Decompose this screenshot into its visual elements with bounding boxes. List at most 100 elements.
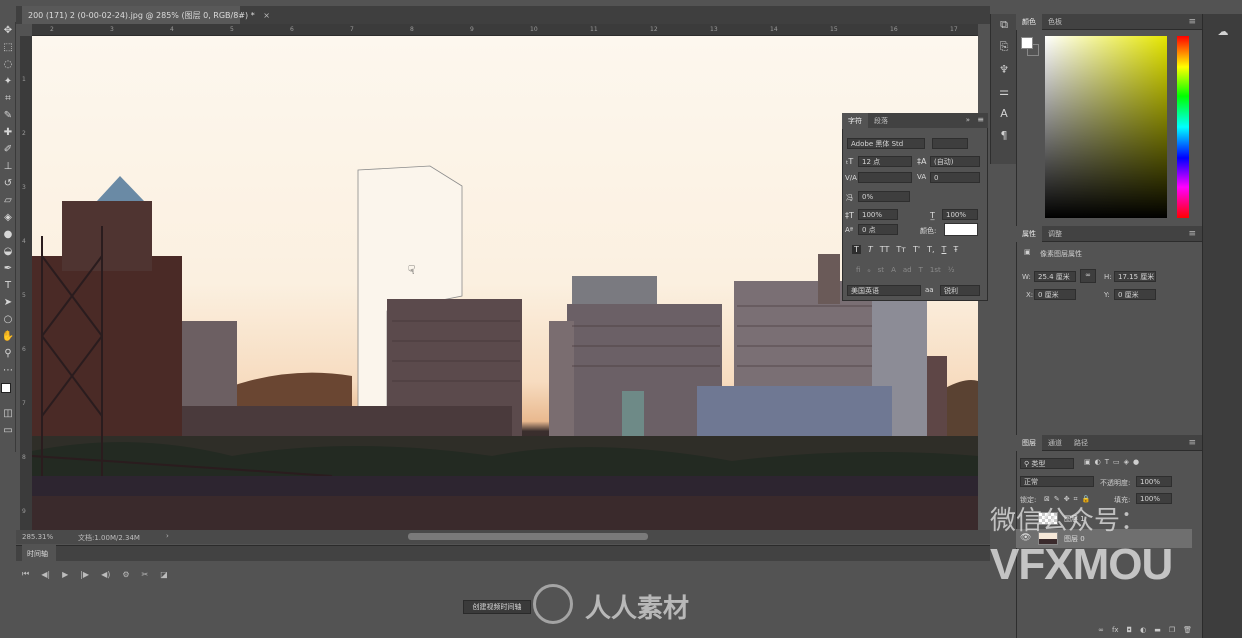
tab-layers[interactable]: 图层	[1016, 434, 1042, 451]
quick-mask-icon[interactable]: ◫	[0, 405, 16, 422]
next-frame-icon[interactable]: |▶	[80, 570, 89, 579]
language-select[interactable]: 美国英语	[847, 285, 921, 296]
character-icon[interactable]: A	[991, 102, 1017, 124]
tracking-field[interactable]: 0	[930, 172, 980, 183]
layer-filter-icons[interactable]: ▣◐T▭◈●	[1084, 458, 1143, 466]
superscript-button[interactable]: T'	[913, 245, 920, 254]
tab-adjustments[interactable]: 调整	[1042, 226, 1068, 242]
layer-style-icon[interactable]: fx	[1112, 626, 1119, 638]
transition-icon[interactable]: ◪	[160, 570, 168, 579]
hand-icon[interactable]: ✋	[0, 328, 16, 345]
dodge-icon[interactable]: ◒	[0, 243, 16, 260]
clone-source-icon[interactable]: ⎘	[991, 36, 1017, 58]
old-style-button[interactable]: ℴ	[867, 266, 870, 274]
link-dimensions-icon[interactable]: ∞	[1080, 269, 1096, 283]
lasso-icon[interactable]: ◌	[0, 56, 16, 73]
type-icon[interactable]: T	[0, 277, 16, 294]
fractions-button[interactable]: ½	[948, 266, 955, 274]
group-icon[interactable]: ▬	[1154, 626, 1161, 638]
eyedropper-icon[interactable]: ✎	[0, 107, 16, 124]
tab-channels[interactable]: 通道	[1042, 435, 1068, 451]
play-icon[interactable]: ▶	[62, 570, 68, 579]
magic-wand-icon[interactable]: ✦	[0, 73, 16, 90]
healing-icon[interactable]: ✚	[0, 124, 16, 141]
new-layer-icon[interactable]: ❐	[1169, 626, 1175, 638]
tab-paragraph[interactable]: 段落	[868, 113, 894, 129]
x-field[interactable]: 0 厘米	[1034, 289, 1076, 300]
panel-menu-icon[interactable]: ≡	[1188, 438, 1196, 448]
panel-menu-icon[interactable]: ≡	[1188, 229, 1196, 239]
opacity-field[interactable]: 100%	[1136, 476, 1172, 487]
strikethrough-button[interactable]: Ŧ	[953, 245, 958, 254]
split-icon[interactable]: ✂	[142, 570, 149, 579]
paragraph-icon[interactable]: ¶	[991, 124, 1017, 146]
foreground-color-swatch[interactable]	[1, 383, 11, 393]
collapse-panel-icon[interactable]: »	[966, 116, 970, 124]
document-tab[interactable]: 200 (171) 2 (0-00-02-24).jpg @ 285% (图层 …	[22, 6, 270, 24]
pen-icon[interactable]: ✒	[0, 260, 16, 277]
move-icon[interactable]: ✥	[0, 22, 16, 39]
discretionary-ligature-button[interactable]: st	[878, 266, 884, 274]
zoom-level[interactable]: 285.31%	[22, 533, 53, 541]
ligature-button[interactable]: fi	[856, 266, 860, 274]
more-icon[interactable]: ⋯	[0, 362, 16, 379]
vertical-scale-field[interactable]: 100%	[858, 209, 898, 220]
all-caps-button[interactable]: TT	[880, 245, 890, 254]
history-brush-icon[interactable]: ↺	[0, 175, 16, 192]
delete-layer-icon[interactable]: 🗑	[1183, 626, 1192, 638]
tab-properties[interactable]: 属性	[1016, 225, 1042, 242]
height-field[interactable]: 17.15 厘米	[1114, 271, 1156, 282]
text-color-swatch[interactable]	[944, 223, 978, 236]
marquee-icon[interactable]: ⬚	[0, 39, 16, 56]
foreground-color-swatch[interactable]	[1021, 37, 1033, 49]
faux-italic-button[interactable]: T	[868, 245, 873, 254]
leading-field[interactable]: (自动)	[930, 156, 980, 167]
underline-button[interactable]: T	[942, 245, 947, 254]
path-select-icon[interactable]: ➤	[0, 294, 16, 311]
tab-color[interactable]: 颜色	[1016, 13, 1042, 30]
baseline-shift-field[interactable]: 0 点	[858, 224, 898, 235]
kerning-field[interactable]	[858, 172, 912, 183]
font-size-field[interactable]: 12 点	[858, 156, 912, 167]
crop-icon[interactable]: ⌗	[0, 90, 16, 107]
antialias-select[interactable]: 锐利	[940, 285, 980, 296]
adjustments-icon[interactable]: ⚌	[991, 80, 1017, 102]
brush-icon[interactable]: ✐	[0, 141, 16, 158]
stylistic-alternates-button[interactable]: ad	[903, 266, 912, 274]
paint-bucket-icon[interactable]: ◈	[0, 209, 16, 226]
panel-menu-icon[interactable]: ≡	[1188, 17, 1196, 27]
titling-button[interactable]: T	[919, 266, 923, 274]
audio-icon[interactable]: ◀)	[101, 570, 110, 579]
adjustment-layer-icon[interactable]: ◐	[1140, 626, 1146, 638]
history-icon[interactable]: ⧉	[991, 14, 1017, 36]
color-picker-field[interactable]	[1045, 36, 1167, 218]
swash-button[interactable]: A	[891, 266, 896, 274]
libraries-icon[interactable]: ☁	[1203, 20, 1242, 42]
settings-icon[interactable]: ⚙	[122, 570, 129, 579]
horizontal-scrollbar[interactable]	[408, 533, 648, 540]
small-caps-button[interactable]: Tт	[896, 245, 906, 254]
screen-mode-icon[interactable]: ▭	[0, 422, 16, 439]
hue-slider[interactable]	[1177, 36, 1189, 218]
layer-filter-select[interactable]: ⚲ 类型	[1020, 458, 1074, 469]
brush-settings-icon[interactable]: ♆	[991, 58, 1017, 80]
subscript-button[interactable]: T,	[927, 245, 934, 254]
font-family-select[interactable]: Adobe 黑体 Std	[847, 138, 925, 149]
eraser-icon[interactable]: ▱	[0, 192, 16, 209]
tab-paths[interactable]: 路径	[1068, 435, 1094, 451]
faux-bold-button[interactable]: T	[852, 245, 861, 254]
zoom-icon[interactable]: ⚲	[0, 345, 16, 362]
tab-swatches[interactable]: 色板	[1042, 14, 1068, 30]
ordinals-button[interactable]: 1st	[930, 266, 941, 274]
go-to-first-frame-icon[interactable]: ⏮	[22, 569, 29, 579]
y-field[interactable]: 0 厘米	[1114, 289, 1156, 300]
create-video-timeline-button[interactable]: 创建视频时间轴	[463, 600, 531, 614]
previous-frame-icon[interactable]: ◀|	[41, 570, 50, 579]
blur-icon[interactable]: ●	[0, 226, 16, 243]
stamp-icon[interactable]: ⊥	[0, 158, 16, 175]
blend-mode-select[interactable]: 正常	[1020, 476, 1094, 487]
tsume-field[interactable]: 0%	[858, 191, 910, 202]
horizontal-scale-field[interactable]: 100%	[942, 209, 978, 220]
link-layers-icon[interactable]: ∞	[1098, 626, 1104, 638]
tab-character[interactable]: 字符	[842, 113, 868, 129]
